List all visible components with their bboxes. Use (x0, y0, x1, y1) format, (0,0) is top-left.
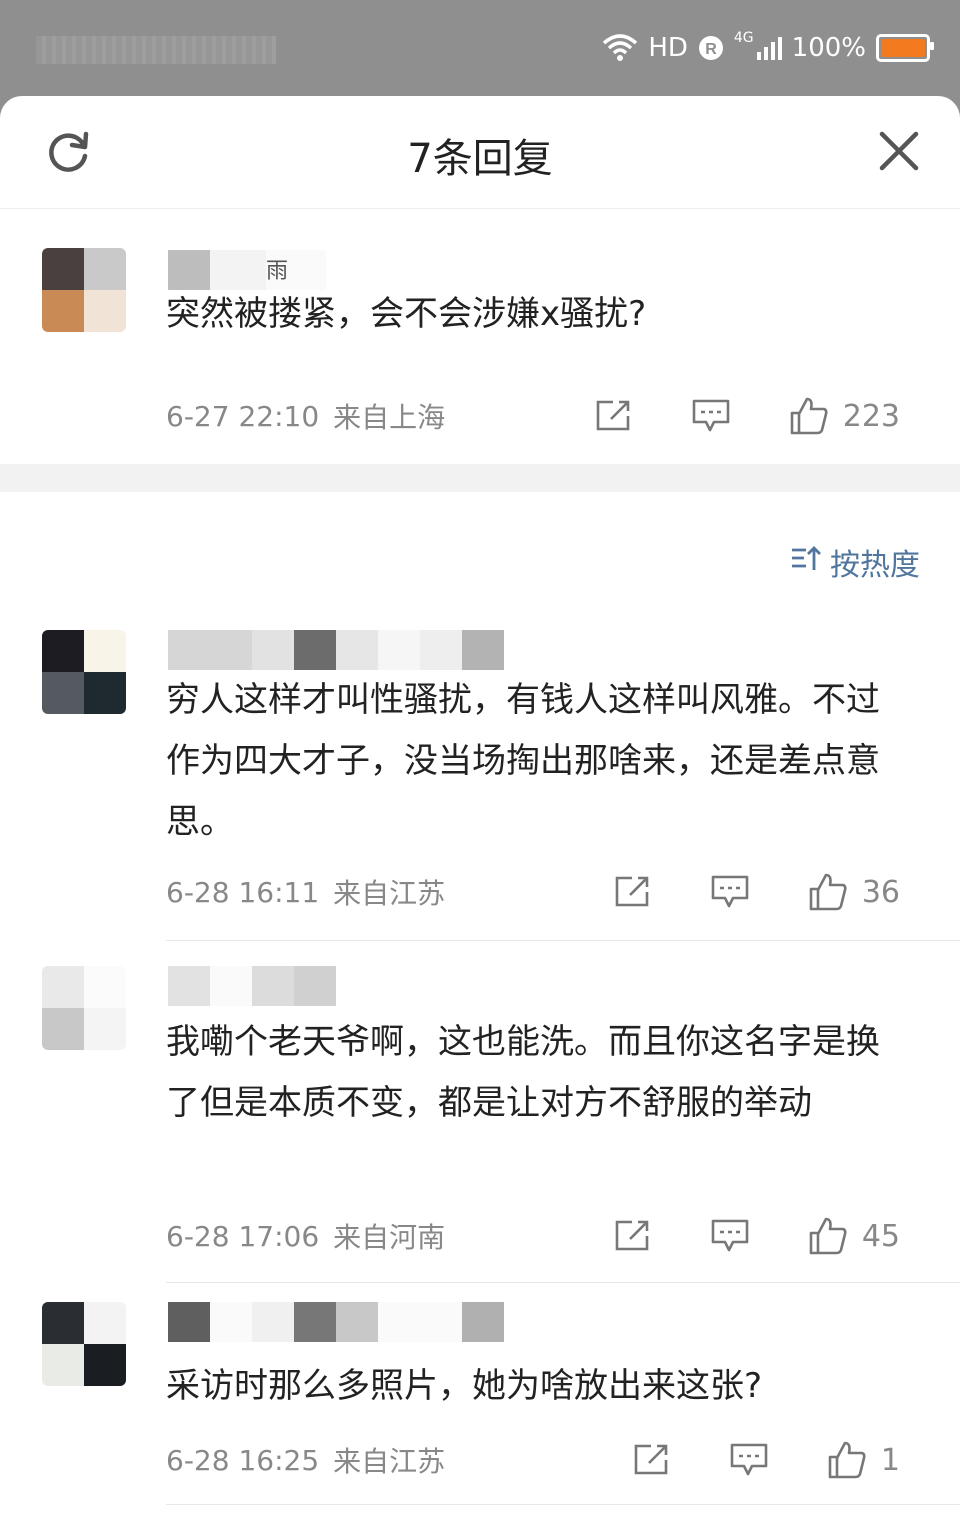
comment-text: 采访时那么多照片，她为啥放出来这张? (166, 1366, 763, 1406)
wifi-icon (602, 33, 638, 63)
registered-icon: R (698, 35, 724, 61)
divider (166, 1504, 960, 1505)
divider (166, 1282, 960, 1283)
sort-label: 按热度 (830, 548, 920, 583)
comment-text: 穷人这样才叫性骚扰，有钱人这样叫风雅。不过作为四大才子，没当场掏出那啥来，还是差… (166, 680, 880, 842)
username-blurred[interactable] (168, 966, 336, 1006)
sheet-header: 7条回复 (0, 96, 960, 209)
network-label: HD (648, 33, 688, 63)
comment-location: 来自河南 (333, 1221, 446, 1254)
reply-item: 我嘞个老天爷啊，这也能洗。而且你这名字是换了但是本质不变，都是让对方不舒服的举动… (0, 966, 960, 1286)
comment-icon[interactable] (729, 1443, 769, 1477)
username-blurred[interactable] (168, 630, 504, 670)
svg-text:R: R (705, 41, 717, 58)
comment-time: 6-28 16:11 (166, 875, 320, 909)
like-count: 36 (861, 874, 900, 910)
like-count: 45 (861, 1218, 900, 1254)
avatar[interactable] (42, 1302, 126, 1386)
avatar[interactable] (42, 966, 126, 1050)
avatar[interactable] (42, 248, 126, 332)
comment-icon[interactable] (691, 399, 731, 433)
comment-meta: 6-28 16:11 来自江苏 36 (166, 872, 930, 912)
comment-time: 6-27 22:10 (166, 399, 320, 433)
thumbs-up-icon[interactable] (808, 872, 848, 912)
section-divider (0, 464, 960, 492)
comment-meta: 6-28 17:06 来自河南 45 (166, 1216, 930, 1256)
comment-meta: 6-28 16:25 来自江苏 1 (166, 1440, 930, 1480)
battery-icon (876, 34, 934, 62)
signal-type-label: 4G (733, 30, 754, 46)
comment-actions: 45 (612, 1216, 900, 1256)
comment-actions: 36 (612, 872, 900, 912)
battery-percent: 100% (791, 33, 866, 63)
share-icon[interactable] (612, 1220, 652, 1252)
share-icon[interactable] (612, 876, 652, 908)
comment-meta: 6-27 22:10 来自上海 223 (166, 396, 930, 436)
comment-text: 我嘞个老天爷啊，这也能洗。而且你这名字是换了但是本质不变，都是让对方不舒服的举动 (166, 1022, 880, 1123)
root-comment: 雨 突然被搂紧，会不会涉嫌x骚扰? 6-27 22:10 来自上海 223 (0, 220, 960, 460)
replies-sheet: 7条回复 雨 突然被搂紧，会不会涉嫌x骚扰? 6-27 22:10 来自上海 2… (0, 96, 960, 1515)
page-title: 7条回复 (407, 136, 553, 182)
share-icon[interactable] (631, 1444, 671, 1476)
sort-icon (790, 544, 822, 580)
comment-text: 突然被搂紧，会不会涉嫌x骚扰? (166, 294, 647, 334)
avatar[interactable] (42, 630, 126, 714)
sort-button[interactable]: 按热度 (790, 540, 920, 584)
status-bar-right: HD R 4G 100% (602, 28, 934, 68)
status-bar: HD R 4G 100% (0, 0, 960, 96)
share-icon[interactable] (593, 400, 633, 432)
username-blurred[interactable] (168, 1302, 504, 1342)
comment-time: 6-28 16:25 (166, 1443, 320, 1477)
reply-item: 穷人这样才叫性骚扰，有钱人这样叫风雅。不过作为四大才子，没当场掏出那啥来，还是差… (0, 630, 960, 940)
status-bar-left-blurred (36, 36, 276, 64)
comment-location: 来自江苏 (333, 1445, 446, 1478)
close-icon[interactable] (878, 130, 920, 172)
divider (166, 940, 960, 941)
thumbs-up-icon[interactable] (827, 1440, 867, 1480)
thumbs-up-icon[interactable] (789, 396, 829, 436)
thumbs-up-icon[interactable] (808, 1216, 848, 1256)
signal-icon (756, 35, 782, 61)
comment-actions: 223 (593, 396, 900, 436)
comment-icon[interactable] (710, 1219, 750, 1253)
comment-location: 来自江苏 (333, 877, 446, 910)
like-count: 1 (880, 1442, 900, 1478)
like-count: 223 (842, 398, 900, 434)
comment-location: 来自上海 (333, 401, 446, 434)
comment-actions: 1 (631, 1440, 900, 1480)
comment-time: 6-28 17:06 (166, 1219, 320, 1253)
comment-icon[interactable] (710, 875, 750, 909)
reply-item: 采访时那么多照片，她为啥放出来这张? 6-28 16:25 来自江苏 1 (0, 1302, 960, 1502)
